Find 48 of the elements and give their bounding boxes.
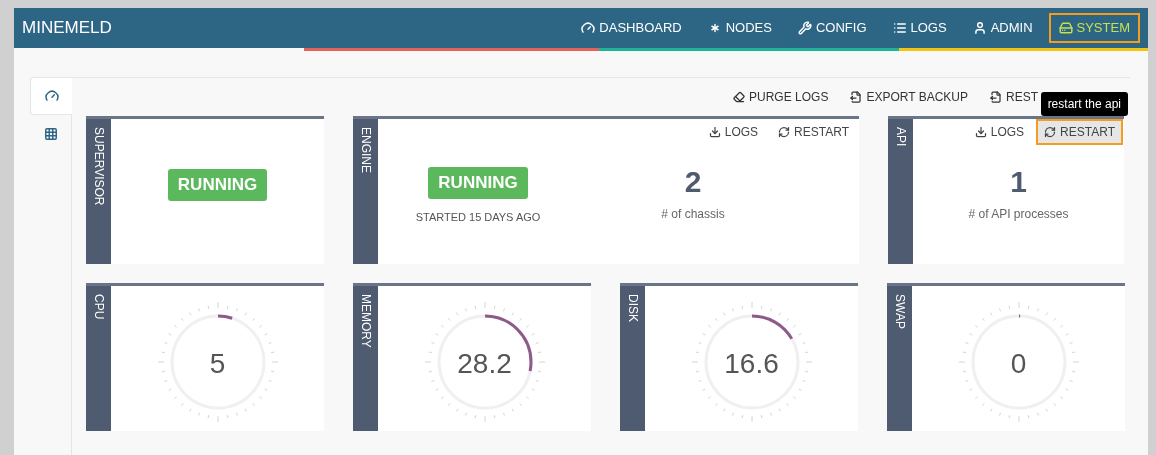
nav-link[interactable]: ADMIN — [962, 13, 1043, 43]
tooltip: restart the api — [1040, 92, 1128, 116]
card-action-button[interactable]: LOGS — [968, 121, 1031, 143]
gauge-reading: 0 — [1010, 347, 1027, 381]
refresh-icon — [1044, 126, 1057, 138]
gauge-reading: 5 — [209, 347, 226, 381]
drive-icon — [1058, 21, 1073, 35]
nav-link[interactable]: NODES — [697, 13, 782, 43]
card-action-button[interactable]: LOGS — [702, 121, 765, 143]
chassis-count: 2 — [684, 167, 702, 197]
nav-link[interactable]: SYSTEM — [1048, 13, 1140, 43]
nav-link[interactable]: LOGS — [882, 13, 957, 43]
running-status: RUNNING — [167, 169, 268, 201]
grid-icon — [43, 127, 58, 141]
gauge-icon — [581, 21, 596, 35]
eraser-icon — [733, 91, 746, 103]
toolbar-button[interactable]: REST — [990, 88, 1038, 106]
card-title: API — [894, 127, 907, 149]
card-title: MEMORY — [359, 294, 372, 350]
count-label: # of API processes — [968, 206, 1069, 223]
count-label: # of chassis — [661, 206, 725, 223]
card-title: DISK — [626, 294, 639, 324]
gauge-reading: 28.2 — [457, 347, 512, 381]
gauge-icon — [44, 89, 59, 103]
download-icon — [974, 126, 987, 138]
download-icon — [708, 126, 721, 138]
file-arrow-icon — [850, 91, 863, 103]
refresh-icon — [778, 126, 791, 138]
list-icon — [892, 21, 907, 35]
gauge-reading: 16.6 — [724, 347, 779, 381]
started-text: STARTED 15 DAYS AGO — [415, 209, 541, 225]
side-tab[interactable] — [30, 77, 72, 115]
card-title: SUPERVISOR — [92, 127, 105, 208]
card-action-button[interactable]: RESTART — [1038, 121, 1121, 143]
wrench-icon — [797, 21, 812, 35]
nav-link[interactable]: DASHBOARD — [571, 13, 692, 43]
nav-link[interactable]: CONFIG — [787, 13, 877, 43]
user-icon — [972, 21, 987, 35]
card-title: ENGINE — [359, 127, 372, 175]
file-arrow-icon — [990, 91, 1002, 103]
process-count: 1 — [1010, 167, 1027, 197]
toolbar-button[interactable]: EXPORT BACKUP — [850, 88, 968, 106]
running-status: RUNNING — [428, 167, 528, 199]
card-title: SWAP — [893, 294, 906, 331]
toolbar-button[interactable]: PURGE LOGS — [733, 88, 829, 106]
card-title: CPU — [92, 294, 105, 322]
card-action-button[interactable]: RESTART — [772, 121, 855, 143]
brand-title: MINEMELD — [22, 17, 112, 40]
